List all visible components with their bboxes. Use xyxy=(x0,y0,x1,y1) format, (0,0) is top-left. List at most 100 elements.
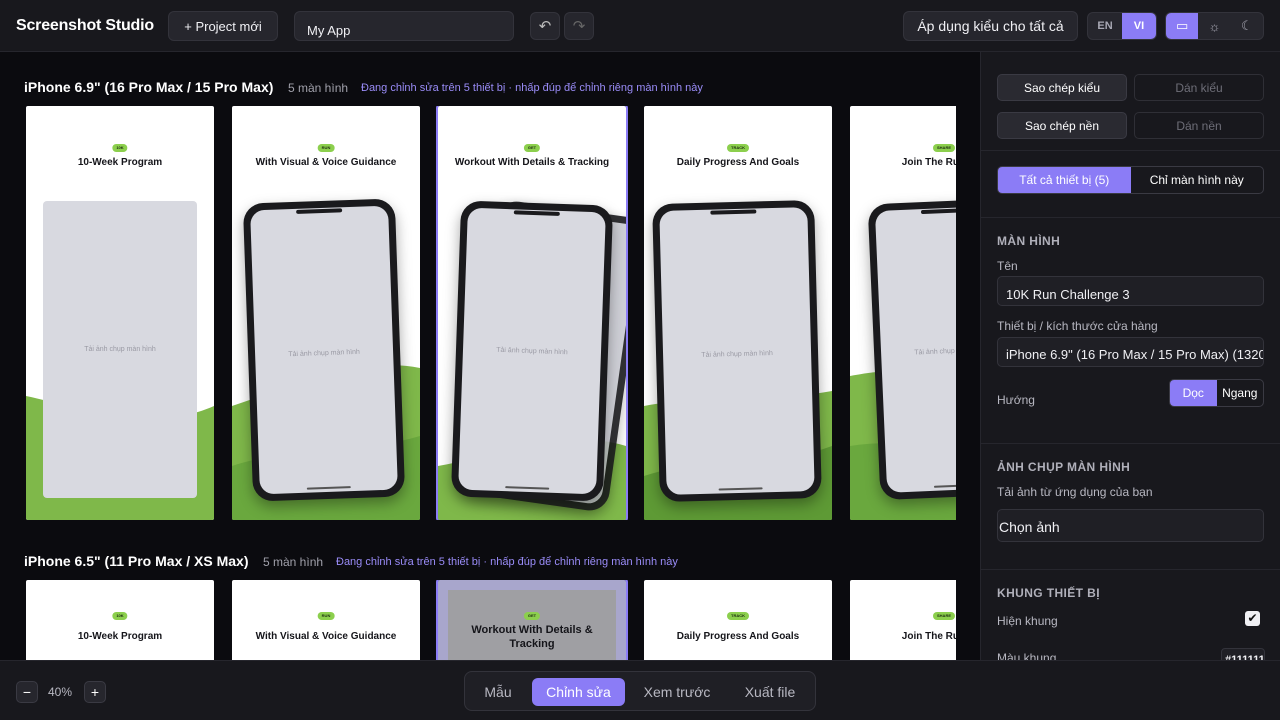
screen-card-selected[interactable]: GET Workout With Details & Tracking xyxy=(436,580,628,660)
choose-image-button[interactable]: Chọn ảnh xyxy=(997,509,1264,542)
screen-heading: With Visual & Voice Guidance xyxy=(255,157,397,168)
screens-strip: 10K 10-Week Program RUN With Visual & Vo… xyxy=(0,580,956,660)
screenshot-section-title: ẢNH CHỤP MÀN HÌNH xyxy=(997,460,1131,474)
lang-vi-button[interactable]: VI xyxy=(1122,13,1156,39)
screen-heading: Workout With Details & Tracking xyxy=(471,624,593,650)
screen-heading: 10-Week Program xyxy=(77,631,163,642)
screen-card[interactable]: RUN With Visual & Voice Guidance Tải ảnh… xyxy=(232,106,420,520)
divider xyxy=(981,443,1280,444)
tab-edit[interactable]: Chỉnh sửa xyxy=(532,678,625,706)
placeholder-text: Tải ảnh chụp màn hình xyxy=(288,348,361,359)
language-switch: EN VI xyxy=(1087,12,1157,40)
tab-export[interactable]: Xuất file xyxy=(729,678,811,706)
device-size-select[interactable]: iPhone 6.9" (16 Pro Max / 15 Pro Max) (1… xyxy=(997,337,1264,367)
screen-card-selected[interactable]: GET Workout With Details & Tracking Tải … xyxy=(436,106,628,520)
lang-en-button[interactable]: EN xyxy=(1088,13,1122,39)
placeholder-text: Tải ảnh chụp màn hình xyxy=(914,346,956,357)
theme-switch: ▭ ☼ ☾ xyxy=(1165,12,1264,40)
orientation-label: Hướng xyxy=(997,393,1035,407)
scope-this-screen[interactable]: Chỉ màn hình này xyxy=(1131,167,1264,193)
app-brand: Screenshot Studio xyxy=(16,17,154,34)
device-frame-section-title: KHUNG THIẾT BỊ xyxy=(997,586,1100,600)
screen-heading: Join The Running xyxy=(901,631,956,642)
edit-scope-switch: Tất cả thiết bị (5) Chỉ màn hình này xyxy=(997,166,1264,194)
zoom-in-button[interactable]: + xyxy=(84,681,106,703)
frame-color-label: Màu khung xyxy=(997,651,1057,660)
screenshot-placeholder[interactable]: Tải ảnh chụp màn hình xyxy=(250,205,398,495)
moon-icon[interactable]: ☾ xyxy=(1231,13,1263,39)
paste-background-button[interactable]: Dán nền xyxy=(1134,112,1264,139)
screen-heading: Workout With Details & Tracking xyxy=(454,157,610,168)
upload-label: Tải ảnh từ ứng dụng của bạn xyxy=(997,485,1153,499)
placeholder-text: Tải ảnh chụp màn hình xyxy=(496,346,568,357)
screen-section-title: MÀN HÌNH xyxy=(997,234,1061,248)
device-row-title: iPhone 6.5" (11 Pro Max / XS Max) xyxy=(24,553,249,569)
device-frame: Tải ảnh chụp màn hình xyxy=(867,197,956,501)
apply-style-all-button[interactable]: Áp dụng kiểu cho tất cả xyxy=(903,11,1078,41)
new-project-button[interactable]: + Project mới xyxy=(168,11,278,41)
orientation-landscape[interactable]: Ngang xyxy=(1217,380,1264,406)
undo-icon[interactable]: ↶ xyxy=(530,12,560,40)
bottom-bar: − 40% + Mẫu Chỉnh sửa Xem trước Xuất fil… xyxy=(0,660,1280,720)
screen-heading: Daily Progress And Goals xyxy=(676,157,800,168)
editor-canvas: iPhone 6.9" (16 Pro Max / 15 Pro Max) 5 … xyxy=(0,52,980,660)
divider xyxy=(981,150,1280,151)
placeholder-text: Tải ảnh chụp màn hình xyxy=(84,346,156,353)
orientation-portrait[interactable]: Dọc xyxy=(1170,380,1217,406)
divider xyxy=(981,217,1280,218)
tag-pill: GET xyxy=(523,144,541,152)
screen-card[interactable]: TRACK Daily Progress And Goals xyxy=(644,580,832,660)
placeholder-text: Tải ảnh chụp màn hình xyxy=(701,350,773,359)
device-row-title: iPhone 6.9" (16 Pro Max / 15 Pro Max) xyxy=(24,79,274,95)
tag-pill: TRACK xyxy=(727,612,749,620)
screen-card[interactable]: SHARE Join The Running xyxy=(850,580,956,660)
copy-background-button[interactable]: Sao chép nền xyxy=(997,112,1127,139)
orientation-switch: Dọc Ngang xyxy=(1169,379,1264,407)
zoom-out-button[interactable]: − xyxy=(16,681,38,703)
frame-color-input[interactable]: #111111 xyxy=(1221,648,1265,660)
redo-icon[interactable]: ↷ xyxy=(564,12,594,40)
show-frame-checkbox[interactable]: ✔ xyxy=(1245,611,1260,626)
tag-pill: SHARE xyxy=(932,144,956,152)
name-label: Tên xyxy=(997,259,1018,273)
sun-icon[interactable]: ☼ xyxy=(1198,13,1230,39)
screenshot-placeholder[interactable]: Tải ảnh chụp màn hình xyxy=(458,207,606,495)
mode-tabs: Mẫu Chỉnh sửa Xem trước Xuất file xyxy=(464,671,816,711)
screen-card[interactable]: RUN With Visual & Voice Guidance xyxy=(232,580,420,660)
tag-pill: SHARE xyxy=(932,612,956,620)
screenshot-placeholder[interactable]: Tải ảnh chụp màn hình xyxy=(659,207,815,495)
tab-preview[interactable]: Xem trước xyxy=(635,678,719,706)
tag-pill: TRACK xyxy=(727,144,749,152)
screen-name-input[interactable]: 10K Run Challenge 3 xyxy=(997,276,1264,306)
screenshot-placeholder[interactable]: Tải ảnh chụp màn hình xyxy=(874,205,956,493)
divider xyxy=(981,569,1280,570)
screens-strip: 10K 10-Week Program Tải ảnh chụp màn hìn… xyxy=(0,106,956,520)
screen-card[interactable]: 10K 10-Week Program xyxy=(26,580,214,660)
screen-heading: Join The Running xyxy=(901,157,956,168)
tab-templates[interactable]: Mẫu xyxy=(473,678,523,706)
tag-pill: 10K xyxy=(112,612,128,620)
screen-heading: Daily Progress And Goals xyxy=(676,631,800,642)
screen-card[interactable]: SHARE Join The Running Tải ảnh chụp màn … xyxy=(850,106,956,520)
screenshot-placeholder[interactable]: Tải ảnh chụp màn hình xyxy=(43,201,197,498)
tag-pill: RUN xyxy=(317,612,335,620)
edit-hint: Đang chỉnh sửa trên 5 thiết bị · nhấp đú… xyxy=(336,556,678,568)
top-bar: Screenshot Studio + Project mới My App ↶… xyxy=(0,0,1280,52)
device-frame: Tải ảnh chụp màn hình xyxy=(652,199,822,503)
desktop-icon[interactable]: ▭ xyxy=(1166,13,1199,39)
screen-count: 5 màn hình xyxy=(263,555,324,569)
show-frame-label: Hiện khung xyxy=(997,614,1058,628)
tag-pill: 10K xyxy=(112,144,128,152)
tag-pill: RUN xyxy=(317,144,335,152)
screen-card[interactable]: 10K 10-Week Program Tải ảnh chụp màn hìn… xyxy=(26,106,214,520)
device-size-label: Thiết bị / kích thước cửa hàng xyxy=(997,319,1158,333)
screen-heading: 10-Week Program xyxy=(77,157,163,168)
copy-style-button[interactable]: Sao chép kiểu xyxy=(997,74,1127,101)
project-name-input[interactable]: My App xyxy=(294,11,514,41)
paste-style-button[interactable]: Dán kiểu xyxy=(1134,74,1264,101)
screen-count: 5 màn hình xyxy=(288,81,349,95)
device-frame: Tải ảnh chụp màn hình xyxy=(242,198,406,502)
screen-heading: With Visual & Voice Guidance xyxy=(255,631,397,642)
screen-card[interactable]: TRACK Daily Progress And Goals Tải ảnh c… xyxy=(644,106,832,520)
scope-all-devices[interactable]: Tất cả thiết bị (5) xyxy=(998,167,1131,193)
